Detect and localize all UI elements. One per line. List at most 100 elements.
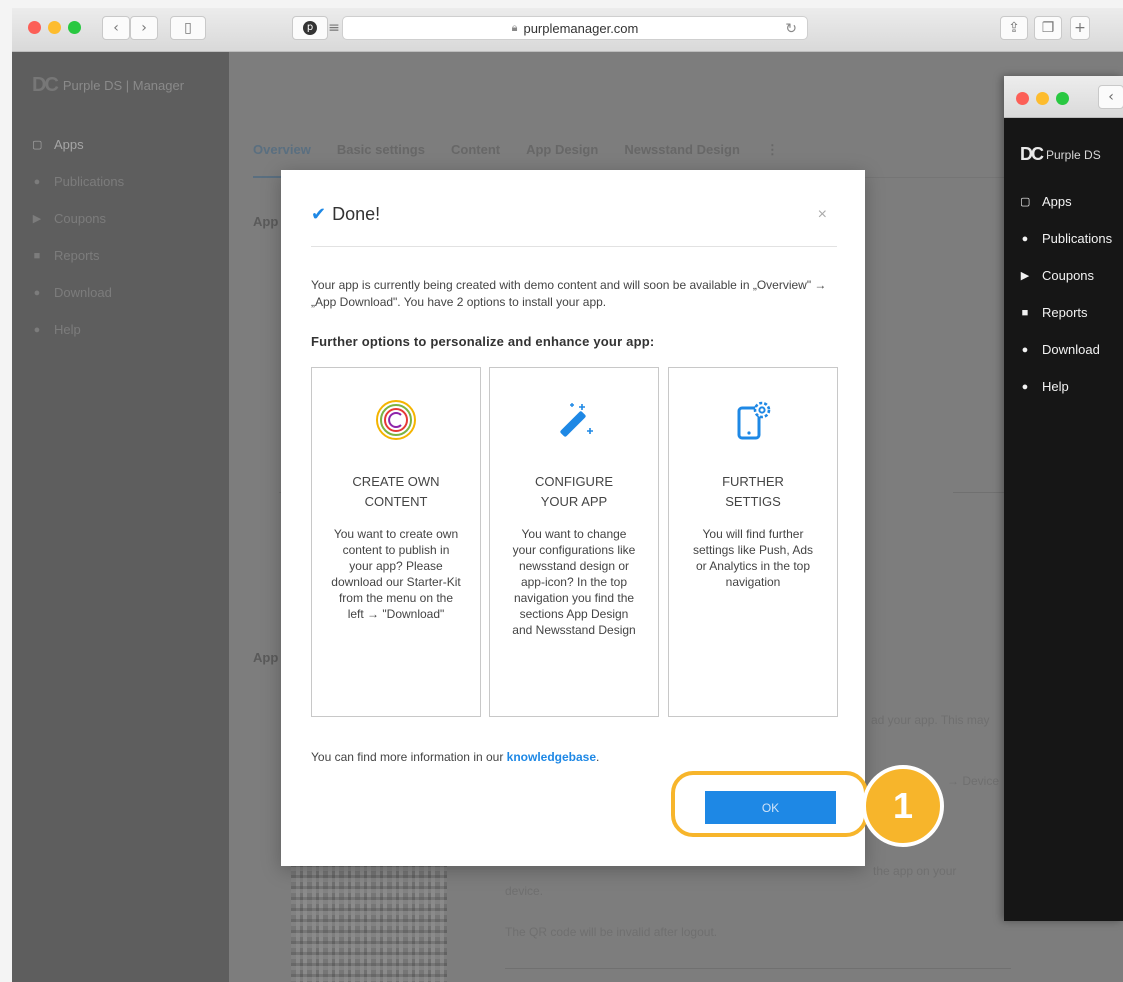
tab-overview[interactable]: Overview [253, 142, 311, 158]
card-title-line: YOUR APP [540, 494, 608, 509]
card-description: You will find further settings like Push… [692, 527, 814, 589]
sidebar-item-apps[interactable]: ▢ Apps [1020, 183, 1112, 220]
close-icon[interactable]: × [818, 206, 827, 224]
minimize-window-button[interactable] [1036, 92, 1049, 105]
back-button[interactable]: ‹ [102, 16, 130, 40]
address-bar[interactable]: 🔒︎ purplemanager.com ↻ [342, 16, 808, 40]
chevron-left-icon: ‹ [1108, 89, 1114, 105]
sidebar-item-publications[interactable]: ● Publications [1020, 220, 1112, 257]
sidebar-nav: ▢ Apps ● Publications ▶ Coupons ■ Reports ● D… [32, 126, 124, 348]
sidebar-item-coupons[interactable]: ▶ Coupons [32, 200, 124, 237]
device-settings-icon [731, 398, 775, 442]
tab-basic-settings[interactable]: Basic settings [337, 142, 425, 158]
ok-button-highlight [671, 771, 868, 837]
sidebar-item-label: Help [54, 322, 81, 337]
chevron-right-icon: › [141, 20, 147, 36]
sidebar-item-help[interactable]: ● Help [1020, 368, 1112, 405]
card-title-line: CREATE OWN [352, 474, 440, 489]
card-title: CREATE OWN CONTENT [312, 472, 480, 512]
background-text: device. [505, 884, 544, 898]
content-circle-icon [374, 398, 418, 442]
close-window-button[interactable] [28, 21, 41, 34]
pinterest-button[interactable]: p [292, 16, 328, 40]
download-icon: ● [33, 286, 41, 299]
option-card-create-content: CREATE OWN CONTENT You want to create ow… [311, 367, 481, 717]
option-card-further-settings: FURTHER SETTIGS You will find further se… [668, 367, 838, 717]
done-dialog: ✔ Done! × Your app is currently being cr… [281, 170, 865, 866]
card-description: You want to change your configurations l… [512, 527, 636, 637]
tab-app-design[interactable]: App Design [526, 142, 598, 158]
sidebar-item-label: Publications [54, 174, 125, 189]
card-title-line: FURTHER [722, 474, 784, 489]
more-tabs-icon[interactable]: ⋮ [766, 142, 779, 158]
divider [505, 968, 1011, 969]
sidebar-toggle-button[interactable]: ▯ [170, 16, 206, 40]
card-title-line: CONTENT [364, 494, 428, 509]
card-title: CONFIGURE YOUR APP [490, 472, 658, 512]
close-window-button[interactable] [1016, 92, 1029, 105]
sidebar-nav: ▢ Apps ● Publications ▶ Coupons ■ Reports ● D… [1020, 183, 1112, 405]
sidebar-item-label: Reports [54, 248, 100, 263]
sidebar-item-label: Coupons [54, 211, 107, 226]
background-text: ad your app. This may [871, 713, 990, 727]
chevron-left-icon: ‹ [113, 20, 119, 36]
plus-icon: + [1074, 20, 1086, 36]
sidebar-item-label: Reports [1042, 305, 1088, 320]
reload-icon[interactable]: ↻ [785, 20, 797, 37]
pinterest-icon: p [303, 21, 317, 35]
minimize-window-button[interactable] [48, 21, 61, 34]
top-tabs: Overview Basic settings Content App Desi… [253, 142, 779, 158]
card-title: FURTHER SETTIGS [669, 472, 837, 512]
tablet-icon: ▢ [32, 139, 43, 151]
help-icon: ● [33, 323, 41, 336]
card-title-line: SETTIGS [725, 494, 781, 509]
second-window-toolbar: ‹ [1004, 76, 1123, 118]
sidebar-item-download[interactable]: ● Download [1020, 331, 1112, 368]
download-icon: ● [1021, 343, 1029, 356]
sidebar: DC Purple DS | Manager ▢ Apps ● Publicatio… [12, 52, 229, 982]
sidebar-item-reports[interactable]: ■ Reports [32, 237, 124, 274]
lock-icon: 🔒︎ [511, 21, 518, 34]
sidebar-item-apps[interactable]: ▢ Apps [32, 126, 124, 163]
dialog-title-text: Done! [332, 204, 381, 224]
sidebar-item-coupons[interactable]: ▶ Coupons [1020, 257, 1112, 294]
file-icon: ■ [1021, 306, 1029, 319]
sidebar-item-download[interactable]: ● Download [32, 274, 124, 311]
footer-text: You can find more information in our [311, 750, 507, 764]
background-text: The QR code will be invalid after logout… [505, 925, 718, 939]
dialog-title: ✔ Done! [311, 204, 380, 225]
tag-icon: ▶ [32, 213, 42, 225]
section-heading: App [253, 214, 279, 229]
tabs-icon: ❐ [1041, 20, 1055, 36]
back-button[interactable]: ‹ [1098, 85, 1123, 109]
tab-content[interactable]: Content [451, 142, 500, 158]
sidebar-item-reports[interactable]: ■ Reports [1020, 294, 1112, 331]
knowledgebase-link[interactable]: knowledgebase [507, 750, 596, 764]
background-text: the app on your [873, 864, 957, 878]
logo: DC [1020, 144, 1044, 164]
dialog-divider [311, 246, 837, 247]
sidebar-item-label: Publications [1042, 231, 1113, 246]
url-text: purplemanager.com [523, 20, 639, 36]
tabs-overview-button[interactable]: ❐ [1034, 16, 1062, 40]
tag-icon: ▶ [1020, 270, 1030, 282]
dialog-intro: Your app is currently being created with… [311, 278, 827, 309]
tab-newsstand-design[interactable]: Newsstand Design [624, 142, 740, 158]
zoom-window-button[interactable] [68, 21, 81, 34]
brand: DC Purple DS | Manager [32, 74, 184, 97]
dialog-subtitle: Further options to personalize and enhan… [311, 334, 655, 349]
sidebar-item-label: Coupons [1042, 268, 1095, 283]
forward-button[interactable]: › [130, 16, 158, 40]
new-tab-button[interactable]: + [1070, 16, 1090, 40]
option-card-configure-app: CONFIGURE YOUR APP You want to change yo… [489, 367, 659, 717]
share-button[interactable]: ⇪ [1000, 16, 1028, 40]
zoom-window-button[interactable] [1056, 92, 1069, 105]
reader-icon[interactable]: ≡ [328, 16, 340, 40]
brand-name: Purple DS [1046, 147, 1101, 162]
globe-icon: ● [33, 175, 41, 188]
sidebar-item-help[interactable]: ● Help [32, 311, 124, 348]
sidebar-item-publications[interactable]: ● Publications [32, 163, 124, 200]
checkmark-icon: ✔ [311, 204, 327, 224]
section-heading: App [253, 650, 279, 665]
second-browser-window: ‹ DC Purple DS ▢ Apps ● Publications ▶ Coup… [1004, 76, 1123, 921]
